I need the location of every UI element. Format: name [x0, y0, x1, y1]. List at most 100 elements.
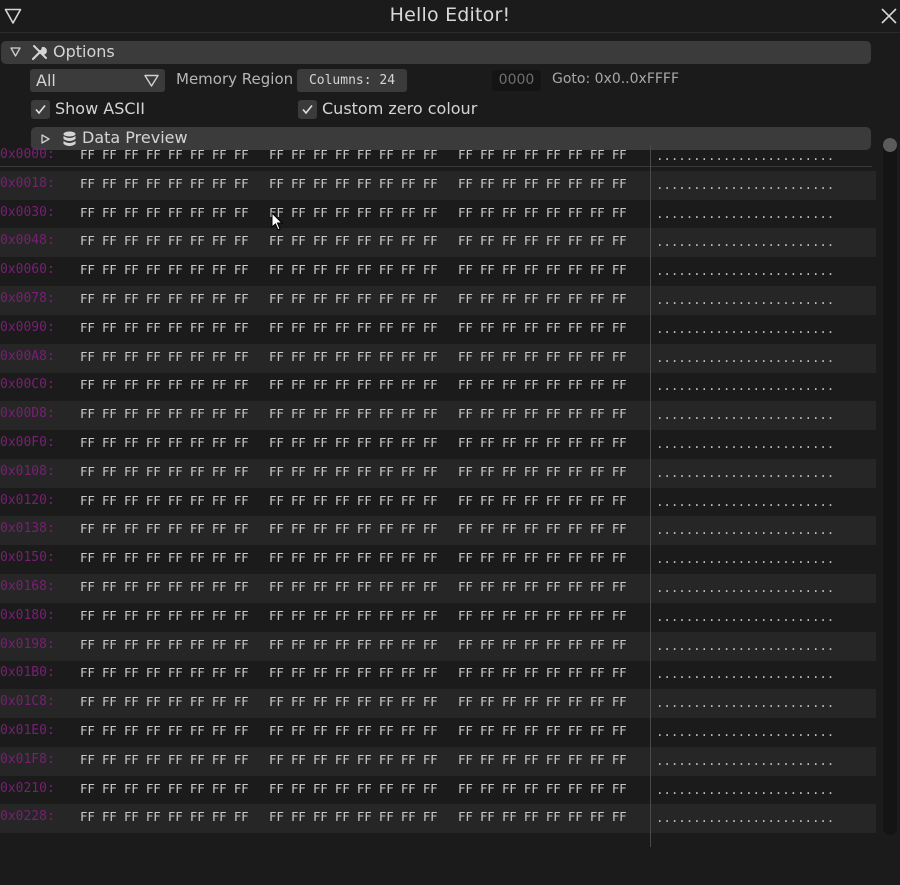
- byte-group-1[interactable]: FF FF FF FF FF FF FF FF: [80, 752, 249, 767]
- hex-row[interactable]: 0x00A8: FF FF FF FF FF FF FF FF FF FF FF F…: [0, 343, 876, 373]
- checkbox-box[interactable]: [31, 100, 50, 119]
- byte-group-3[interactable]: FF FF FF FF FF FF FF FF: [458, 320, 627, 335]
- hex-row[interactable]: 0x01B0: FF FF FF FF FF FF FF FF FF FF FF F…: [0, 660, 876, 689]
- byte-group-3[interactable]: FF FF FF FF FF FF FF FF: [458, 809, 627, 824]
- byte-group-2[interactable]: FF FF FF FF FF FF FF FF: [269, 752, 438, 767]
- byte-group-2[interactable]: FF FF FF FF FF FF FF FF: [269, 637, 438, 652]
- byte-group-1[interactable]: FF FF FF FF FF FF FF FF: [80, 781, 249, 796]
- ascii-text[interactable]: ........................: [656, 782, 834, 797]
- byte-group-1[interactable]: FF FF FF FF FF FF FF FF: [80, 579, 249, 594]
- ascii-text[interactable]: ........................: [656, 522, 834, 537]
- ascii-text[interactable]: ........................: [656, 407, 834, 422]
- byte-group-3[interactable]: FF FF FF FF FF FF FF FF: [458, 694, 627, 709]
- byte-group-2[interactable]: FF FF FF FF FF FF FF FF: [269, 205, 438, 220]
- ascii-text[interactable]: ........................: [656, 350, 834, 365]
- byte-group-1[interactable]: FF FF FF FF FF FF FF FF: [80, 464, 249, 479]
- hex-row[interactable]: 0x01F8: FF FF FF FF FF FF FF FF FF FF FF F…: [0, 746, 876, 776]
- ascii-text[interactable]: ........................: [656, 609, 834, 624]
- byte-group-1[interactable]: FF FF FF FF FF FF FF FF: [80, 608, 249, 623]
- checkbox-box[interactable]: [298, 100, 317, 119]
- hex-row[interactable]: 0x0198: FF FF FF FF FF FF FF FF FF FF FF F…: [0, 631, 876, 661]
- byte-group-2[interactable]: FF FF FF FF FF FF FF FF: [269, 550, 438, 565]
- byte-group-2[interactable]: FF FF FF FF FF FF FF FF: [269, 147, 438, 162]
- ascii-text[interactable]: ........................: [656, 465, 834, 480]
- byte-group-1[interactable]: FF FF FF FF FF FF FF FF: [80, 147, 249, 162]
- byte-group-2[interactable]: FF FF FF FF FF FF FF FF: [269, 435, 438, 450]
- hex-row[interactable]: 0x0168: FF FF FF FF FF FF FF FF FF FF FF F…: [0, 574, 876, 603]
- byte-group-1[interactable]: FF FF FF FF FF FF FF FF: [80, 723, 249, 738]
- byte-group-2[interactable]: FF FF FF FF FF FF FF FF: [269, 809, 438, 824]
- byte-group-1[interactable]: FF FF FF FF FF FF FF FF: [80, 493, 249, 508]
- hex-row[interactable]: 0x0180: FF FF FF FF FF FF FF FF FF FF FF F…: [0, 603, 876, 632]
- byte-group-2[interactable]: FF FF FF FF FF FF FF FF: [269, 723, 438, 738]
- ascii-text[interactable]: ........................: [656, 378, 834, 393]
- byte-group-2[interactable]: FF FF FF FF FF FF FF FF: [269, 493, 438, 508]
- byte-group-2[interactable]: FF FF FF FF FF FF FF FF: [269, 665, 438, 680]
- ascii-text[interactable]: ........................: [656, 551, 834, 566]
- byte-group-2[interactable]: FF FF FF FF FF FF FF FF: [269, 291, 438, 306]
- byte-group-3[interactable]: FF FF FF FF FF FF FF FF: [458, 665, 627, 680]
- hex-row[interactable]: 0x0030: FF FF FF FF FF FF FF FF FF FF FF F…: [0, 200, 876, 229]
- scrollbar-track[interactable]: [883, 138, 897, 835]
- byte-group-3[interactable]: FF FF FF FF FF FF FF FF: [458, 752, 627, 767]
- hex-row[interactable]: 0x0060: FF FF FF FF FF FF FF FF FF FF FF F…: [0, 257, 876, 286]
- ascii-text[interactable]: ........................: [656, 263, 834, 278]
- ascii-text[interactable]: ........................: [656, 234, 834, 249]
- byte-group-1[interactable]: FF FF FF FF FF FF FF FF: [80, 550, 249, 565]
- memory-region-select[interactable]: All: [30, 69, 165, 92]
- ascii-text[interactable]: ........................: [656, 580, 834, 595]
- byte-group-3[interactable]: FF FF FF FF FF FF FF FF: [458, 579, 627, 594]
- byte-group-2[interactable]: FF FF FF FF FF FF FF FF: [269, 608, 438, 623]
- ascii-text[interactable]: ........................: [656, 292, 834, 307]
- byte-group-1[interactable]: FF FF FF FF FF FF FF FF: [80, 377, 249, 392]
- ascii-text[interactable]: ........................: [656, 638, 834, 653]
- goto-address-input[interactable]: 0000: [492, 70, 541, 91]
- byte-group-1[interactable]: FF FF FF FF FF FF FF FF: [80, 291, 249, 306]
- byte-group-1[interactable]: FF FF FF FF FF FF FF FF: [80, 349, 249, 364]
- byte-group-2[interactable]: FF FF FF FF FF FF FF FF: [269, 694, 438, 709]
- byte-group-3[interactable]: FF FF FF FF FF FF FF FF: [458, 176, 627, 191]
- byte-group-3[interactable]: FF FF FF FF FF FF FF FF: [458, 493, 627, 508]
- hex-row[interactable]: 0x0138: FF FF FF FF FF FF FF FF FF FF FF F…: [0, 516, 876, 546]
- byte-group-2[interactable]: FF FF FF FF FF FF FF FF: [269, 262, 438, 277]
- byte-group-3[interactable]: FF FF FF FF FF FF FF FF: [458, 550, 627, 565]
- ascii-text[interactable]: ........................: [656, 436, 834, 451]
- byte-group-1[interactable]: FF FF FF FF FF FF FF FF: [80, 320, 249, 335]
- hex-row[interactable]: 0x0210: FF FF FF FF FF FF FF FF FF FF FF F…: [0, 776, 876, 805]
- vertical-scrollbar[interactable]: [880, 138, 900, 841]
- byte-group-2[interactable]: FF FF FF FF FF FF FF FF: [269, 349, 438, 364]
- byte-group-3[interactable]: FF FF FF FF FF FF FF FF: [458, 262, 627, 277]
- byte-group-1[interactable]: FF FF FF FF FF FF FF FF: [80, 176, 249, 191]
- hex-row[interactable]: 0x0150: FF FF FF FF FF FF FF FF FF FF FF F…: [0, 545, 876, 574]
- byte-group-2[interactable]: FF FF FF FF FF FF FF FF: [269, 176, 438, 191]
- byte-group-1[interactable]: FF FF FF FF FF FF FF FF: [80, 435, 249, 450]
- byte-group-2[interactable]: FF FF FF FF FF FF FF FF: [269, 233, 438, 248]
- hex-row[interactable]: 0x0000: FF FF FF FF FF FF FF FF FF FF FF F…: [0, 142, 876, 171]
- byte-group-1[interactable]: FF FF FF FF FF FF FF FF: [80, 406, 249, 421]
- byte-group-3[interactable]: FF FF FF FF FF FF FF FF: [458, 521, 627, 536]
- columns-drag-field[interactable]: Columns: 24: [297, 69, 407, 92]
- hex-row[interactable]: 0x00D8: FF FF FF FF FF FF FF FF FF FF FF F…: [0, 401, 876, 431]
- byte-group-3[interactable]: FF FF FF FF FF FF FF FF: [458, 377, 627, 392]
- byte-group-3[interactable]: FF FF FF FF FF FF FF FF: [458, 406, 627, 421]
- ascii-text[interactable]: ........................: [656, 753, 834, 768]
- ascii-text[interactable]: ........................: [656, 494, 834, 509]
- byte-group-3[interactable]: FF FF FF FF FF FF FF FF: [458, 464, 627, 479]
- ascii-text[interactable]: ........................: [656, 695, 834, 710]
- scrollbar-thumb[interactable]: [883, 138, 897, 152]
- ascii-text[interactable]: ........................: [656, 321, 834, 336]
- byte-group-2[interactable]: FF FF FF FF FF FF FF FF: [269, 464, 438, 479]
- byte-group-2[interactable]: FF FF FF FF FF FF FF FF: [269, 320, 438, 335]
- byte-group-3[interactable]: FF FF FF FF FF FF FF FF: [458, 205, 627, 220]
- hex-view[interactable]: 0x0000: FF FF FF FF FF FF FF FF FF FF FF F…: [0, 142, 878, 852]
- byte-group-1[interactable]: FF FF FF FF FF FF FF FF: [80, 233, 249, 248]
- hex-row[interactable]: 0x0078: FF FF FF FF FF FF FF FF FF FF FF F…: [0, 286, 876, 315]
- byte-group-1[interactable]: FF FF FF FF FF FF FF FF: [80, 809, 249, 824]
- byte-group-1[interactable]: FF FF FF FF FF FF FF FF: [80, 521, 249, 536]
- close-icon[interactable]: [880, 7, 898, 25]
- byte-group-2[interactable]: FF FF FF FF FF FF FF FF: [269, 377, 438, 392]
- byte-group-1[interactable]: FF FF FF FF FF FF FF FF: [80, 262, 249, 277]
- byte-group-1[interactable]: FF FF FF FF FF FF FF FF: [80, 665, 249, 680]
- ascii-text[interactable]: ........................: [656, 206, 834, 221]
- byte-group-3[interactable]: FF FF FF FF FF FF FF FF: [458, 781, 627, 796]
